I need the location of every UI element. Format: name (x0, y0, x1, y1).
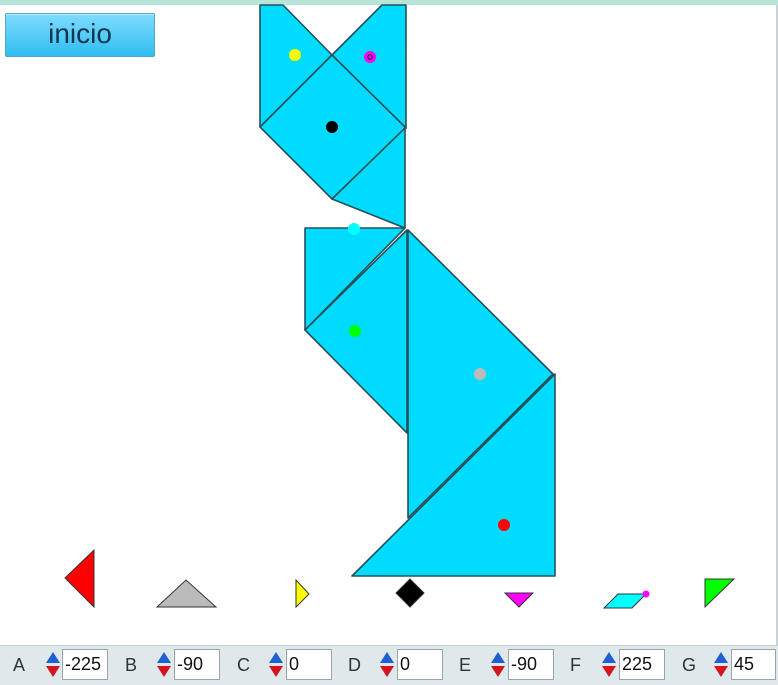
magenta-marker (364, 51, 376, 63)
control-label-e: E (459, 655, 472, 675)
yellow-marker (289, 49, 301, 61)
control-label-f: F (570, 655, 581, 675)
up-arrow-icon[interactable] (157, 652, 171, 663)
up-arrow-icon[interactable] (269, 652, 283, 663)
palette-piece-g-green-triangle[interactable] (704, 578, 736, 609)
rotation-controls-bar: A -225 B -90 C 0 D 0 E -90 F 225 G 45 (0, 645, 778, 685)
rotation-field-g[interactable]: 45 (731, 649, 776, 680)
control-label-c: C (237, 655, 250, 675)
up-arrow-icon[interactable] (602, 652, 616, 663)
down-arrow-icon[interactable] (157, 666, 171, 677)
control-label-d: D (348, 655, 361, 675)
up-arrow-icon[interactable] (491, 652, 505, 663)
palette-piece-f-cyan-parallelogram[interactable] (602, 593, 648, 609)
spinner-b[interactable] (155, 650, 173, 680)
black-marker (326, 121, 338, 133)
spinner-c[interactable] (267, 650, 285, 680)
palette-piece-c-yellow-triangle[interactable] (295, 578, 310, 609)
up-arrow-icon[interactable] (714, 652, 728, 663)
palette-piece-a-red-triangle[interactable] (64, 548, 95, 609)
down-arrow-icon[interactable] (714, 666, 728, 677)
spinner-d[interactable] (378, 650, 396, 680)
down-arrow-icon[interactable] (46, 666, 60, 677)
rotation-field-f[interactable]: 225 (619, 649, 665, 680)
start-button[interactable]: inicio (5, 13, 155, 57)
spinner-f[interactable] (600, 650, 618, 680)
rotation-field-d[interactable]: 0 (397, 649, 443, 680)
spinner-g[interactable] (712, 650, 730, 680)
gray-marker (474, 368, 486, 380)
rotation-field-c[interactable]: 0 (286, 649, 332, 680)
spinner-e[interactable] (489, 650, 507, 680)
control-label-g: G (682, 655, 697, 675)
control-label-b: B (125, 655, 138, 675)
up-arrow-icon[interactable] (380, 652, 394, 663)
rotation-field-b[interactable]: -90 (174, 649, 220, 680)
red-marker (498, 519, 510, 531)
down-arrow-icon[interactable] (380, 666, 394, 677)
down-arrow-icon[interactable] (602, 666, 616, 677)
up-arrow-icon[interactable] (46, 652, 60, 663)
palette-piece-b-gray-triangle[interactable] (155, 579, 218, 608)
palette-piece-f-handle[interactable] (642, 590, 650, 598)
control-label-a: A (13, 655, 26, 675)
rotation-field-e[interactable]: -90 (508, 649, 554, 680)
green-marker (349, 325, 361, 337)
cyan-marker (348, 223, 360, 235)
palette-piece-e-magenta-triangle[interactable] (503, 592, 535, 608)
down-arrow-icon[interactable] (491, 666, 505, 677)
tangram-board (64, 4, 736, 609)
spinner-a[interactable] (44, 650, 62, 680)
palette-piece-d-black-square[interactable] (395, 578, 425, 608)
rotation-field-a[interactable]: -225 (62, 649, 108, 680)
assembled-figure (259, 4, 556, 577)
down-arrow-icon[interactable] (269, 666, 283, 677)
